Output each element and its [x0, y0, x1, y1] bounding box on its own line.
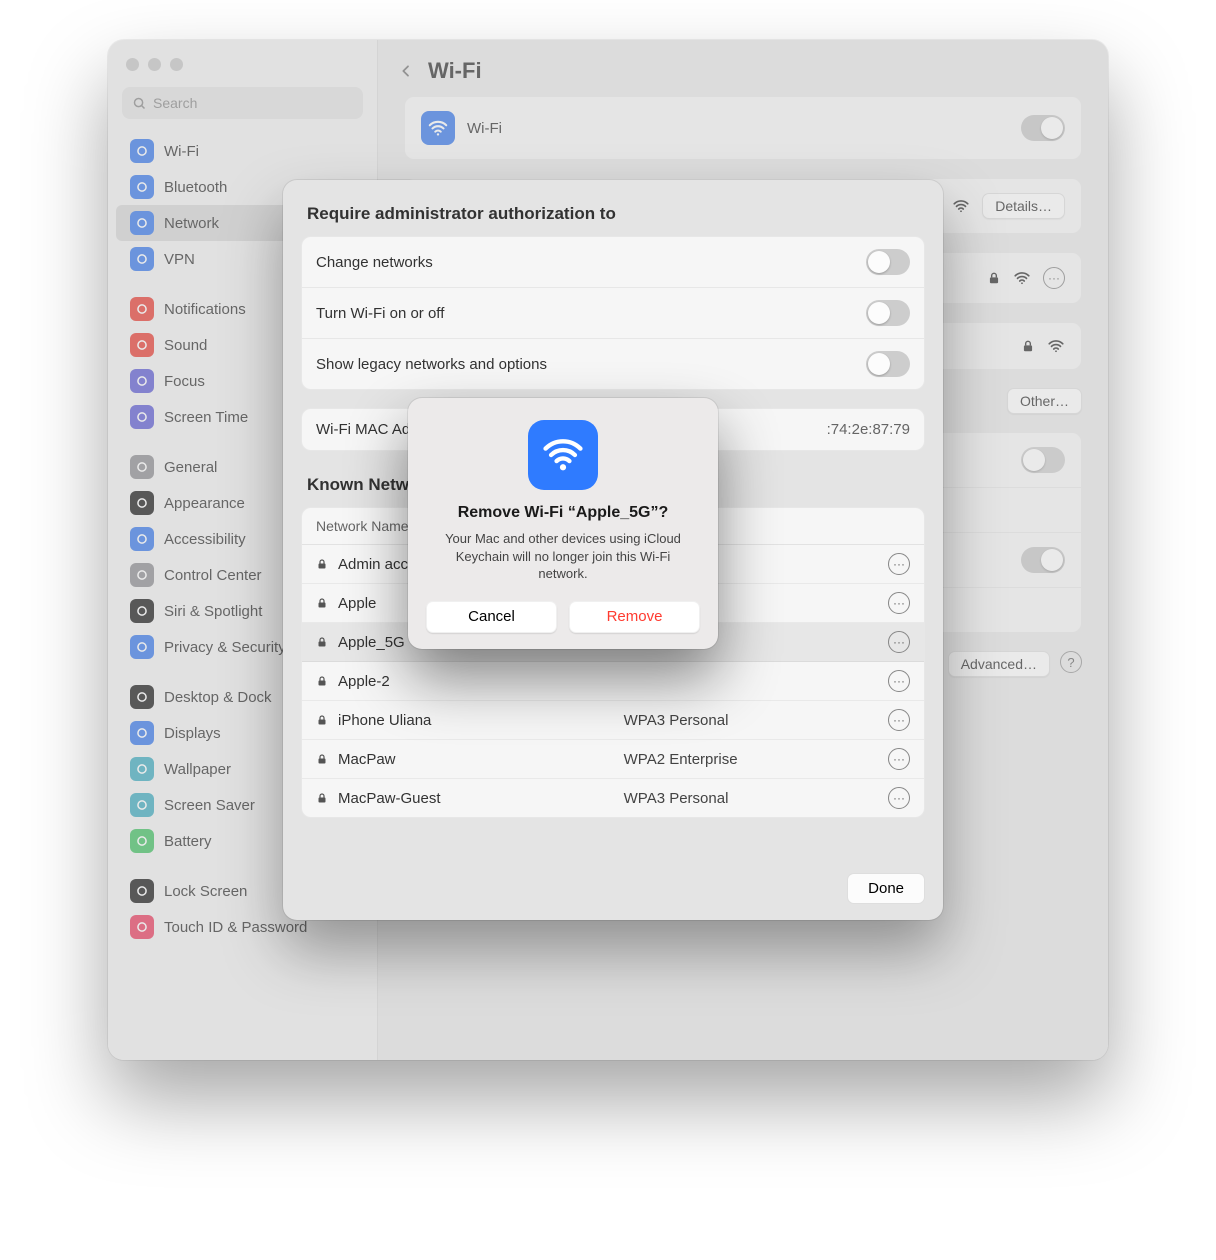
cancel-button[interactable]: Cancel — [426, 601, 557, 633]
remove-button[interactable]: Remove — [569, 601, 700, 633]
alert-body: Your Mac and other devices using iCloud … — [426, 530, 700, 583]
alert-title: Remove Wi-Fi “Apple_5G”? — [458, 504, 669, 522]
remove-confirm-dialog: Remove Wi-Fi “Apple_5G”? Your Mac and ot… — [408, 398, 718, 649]
settings-window: Search Wi-FiBluetoothNetworkVPNNotificat… — [108, 40, 1108, 1060]
wifi-app-icon — [528, 420, 598, 490]
